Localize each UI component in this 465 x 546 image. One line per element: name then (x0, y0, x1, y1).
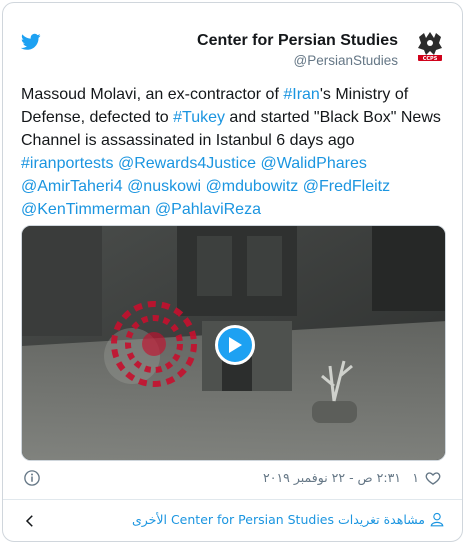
tweet-footer: مشاهدة تغريدات Center for Persian Studie… (3, 500, 462, 541)
play-icon (229, 337, 242, 353)
author-handle[interactable]: @PersianStudies (197, 52, 398, 70)
tweet-header: Center for Persian Studies @PersianStudi… (3, 3, 462, 79)
hashtag-link[interactable]: #Tukey (173, 109, 225, 126)
mention-link[interactable]: @nuskowi (127, 178, 201, 195)
author-avatar[interactable]: CCPS (412, 29, 448, 65)
tweet-meta: ١ ٢:٣١ ص - ٢٢ نوفمبر ٢٠١٩ (21, 468, 449, 488)
mention-link[interactable]: @mdubowitz (206, 178, 299, 195)
view-more-tweets-link[interactable]: مشاهدة تغريدات Center for Persian Studie… (132, 512, 444, 527)
view-more-tweets-label[interactable]: مشاهدة تغريدات Center for Persian Studie… (132, 512, 425, 527)
video-media[interactable] (21, 225, 446, 461)
mention-link[interactable]: @PahlaviReza (155, 201, 261, 218)
hashtag-link[interactable]: #Iran (283, 86, 319, 103)
like-count[interactable]: ١ (412, 470, 419, 485)
person-icon (430, 512, 444, 527)
mention-link[interactable]: @Rewards4Justice (118, 155, 256, 172)
tweet-text: Massoud Molavi, an ex-contractor of #Ira… (21, 83, 449, 221)
hashtag-link[interactable]: #iranportests (21, 155, 114, 172)
mention-link[interactable]: @AmirTaheri4 (21, 178, 123, 195)
chevron-left-icon[interactable] (21, 512, 39, 530)
mention-link[interactable]: @KenTimmerman (21, 201, 150, 218)
author-name[interactable]: Center for Persian Studies (197, 31, 398, 51)
mention-link[interactable]: @FredFleitz (303, 178, 390, 195)
tweet-text-segment: Massoud Molavi, an ex-contractor of (21, 86, 284, 103)
tweet-timestamp[interactable]: ٢:٣١ ص - ٢٢ نوفمبر ٢٠١٩ (263, 470, 401, 485)
embedded-tweet-card: Center for Persian Studies @PersianStudi… (2, 2, 463, 542)
ccps-logo-icon: CCPS (412, 29, 448, 65)
info-icon[interactable] (23, 469, 41, 487)
play-button[interactable] (215, 325, 255, 365)
author-info[interactable]: Center for Persian Studies @PersianStudi… (197, 31, 398, 70)
heart-icon[interactable] (425, 470, 441, 486)
twitter-bird-icon[interactable] (21, 33, 41, 51)
mention-link[interactable]: @WalidPhares (260, 155, 366, 172)
svg-text:CCPS: CCPS (423, 56, 438, 62)
